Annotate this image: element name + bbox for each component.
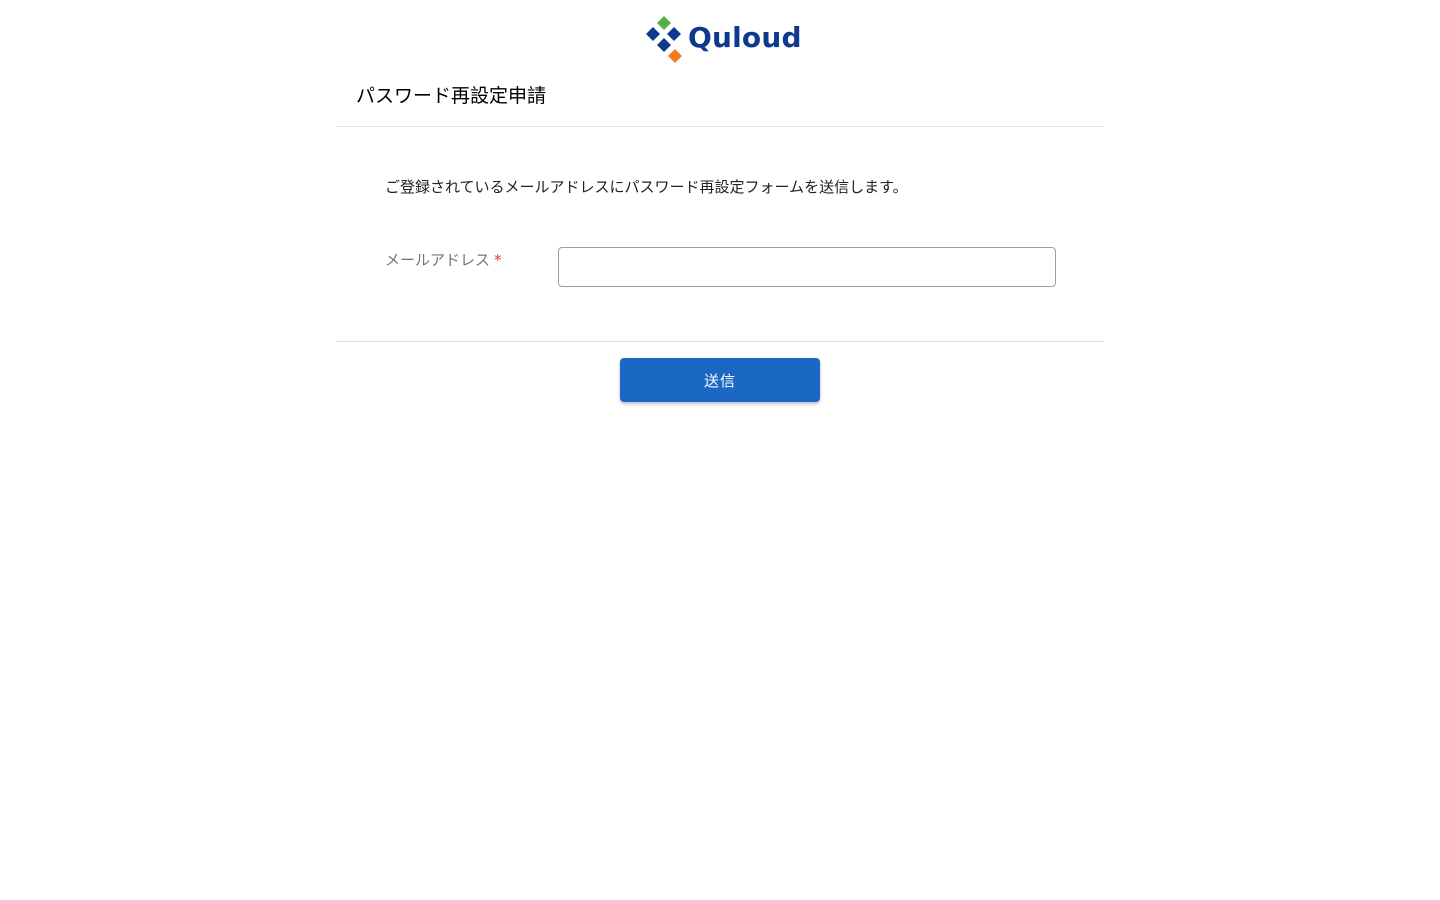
- logo-wordmark: Quloud: [688, 21, 802, 54]
- form-description: ご登録されているメールアドレスにパスワード再設定フォームを送信します。: [385, 178, 908, 196]
- required-mark: *: [494, 251, 502, 269]
- form-actions: 送信: [336, 342, 1104, 402]
- reset-card: パスワード再設定申請 ご登録されているメールアドレスにパスワード再設定フォームを…: [336, 74, 1104, 402]
- quloud-logo: Quloud: [644, 14, 802, 64]
- email-field[interactable]: [558, 247, 1056, 287]
- logo-mark-icon: [646, 16, 682, 63]
- form-body: ご登録されているメールアドレスにパスワード再設定フォームを送信します。 メールア…: [336, 127, 1104, 342]
- page-title: パスワード再設定申請: [336, 74, 1104, 127]
- email-label-text: メールアドレス: [385, 251, 491, 269]
- password-reset-page: Quloud パスワード再設定申請 ご登録されているメールアドレスにパスワード再…: [0, 0, 1440, 900]
- submit-button[interactable]: 送信: [620, 358, 820, 402]
- email-label: メールアドレス *: [385, 249, 502, 270]
